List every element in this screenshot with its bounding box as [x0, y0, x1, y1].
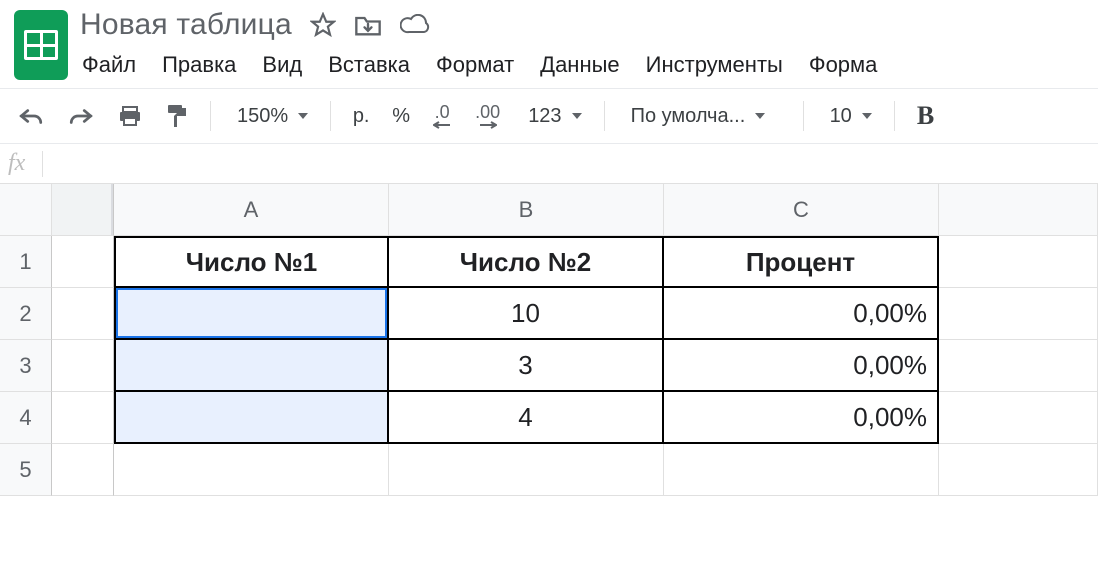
row-gutter: [52, 340, 114, 392]
row-gutter: [52, 392, 114, 444]
formula-input[interactable]: [49, 144, 1098, 183]
row-gutter: [52, 444, 114, 496]
zoom-value: 150%: [233, 105, 292, 128]
row-header-3[interactable]: 3: [0, 340, 52, 392]
cell-D4[interactable]: [939, 392, 1098, 444]
col-header-empty[interactable]: [939, 184, 1098, 236]
caret-down-icon: [572, 113, 582, 119]
cell-B5[interactable]: [389, 444, 664, 496]
row-header-4[interactable]: 4: [0, 392, 52, 444]
cell-A5[interactable]: [114, 444, 389, 496]
sheets-logo: [14, 10, 68, 80]
format-currency-button[interactable]: р.: [345, 105, 377, 128]
cell-B4[interactable]: 4: [389, 392, 664, 444]
font-size-dropdown[interactable]: 10: [818, 105, 880, 128]
zoom-dropdown[interactable]: 150%: [225, 105, 316, 128]
redo-button[interactable]: [60, 100, 102, 132]
row-gutter: [52, 288, 114, 340]
toolbar: 150% р. % .0 .00 123 По умолча... 10 B: [0, 88, 1098, 144]
cell-D1[interactable]: [939, 236, 1098, 288]
fx-label: fx: [8, 150, 36, 177]
more-formats-dropdown[interactable]: 123: [516, 105, 589, 128]
cell-A1[interactable]: Число №1: [114, 236, 389, 288]
cell-A4[interactable]: [114, 392, 389, 444]
menu-insert[interactable]: Вставка: [328, 52, 410, 78]
cloud-status-icon[interactable]: [400, 14, 430, 36]
cell-C3[interactable]: 0,00%: [664, 340, 939, 392]
formula-bar: fx: [0, 144, 1098, 184]
row-gutter: [52, 236, 114, 288]
doc-title[interactable]: Новая таблица: [80, 8, 292, 42]
caret-down-icon: [862, 113, 872, 119]
cell-D5[interactable]: [939, 444, 1098, 496]
menu-edit[interactable]: Правка: [162, 52, 236, 78]
menubar: Файл Правка Вид Вставка Формат Данные Ин…: [80, 48, 877, 88]
font-family-dropdown[interactable]: По умолча...: [619, 105, 789, 128]
cell-A2[interactable]: [114, 288, 389, 340]
caret-down-icon: [755, 113, 765, 119]
cell-B3[interactable]: 3: [389, 340, 664, 392]
print-button[interactable]: [110, 99, 150, 133]
menu-format[interactable]: Формат: [436, 52, 514, 78]
menu-view[interactable]: Вид: [262, 52, 302, 78]
cell-C1[interactable]: Процент: [664, 236, 939, 288]
cell-B1[interactable]: Число №2: [389, 236, 664, 288]
cell-C2[interactable]: 0,00%: [664, 288, 939, 340]
menu-form[interactable]: Форма: [809, 52, 878, 78]
row-header-2[interactable]: 2: [0, 288, 52, 340]
decrease-decimal-button[interactable]: .0: [425, 97, 459, 135]
col-header-A[interactable]: A: [114, 184, 389, 236]
cell-A3[interactable]: [114, 340, 389, 392]
star-icon[interactable]: [310, 12, 336, 38]
select-all-corner[interactable]: [0, 184, 52, 236]
col-header-C[interactable]: C: [664, 184, 939, 236]
col-header-B[interactable]: B: [389, 184, 664, 236]
frozen-corner: [52, 184, 114, 236]
menu-tools[interactable]: Инструменты: [646, 52, 783, 78]
row-header-5[interactable]: 5: [0, 444, 52, 496]
row-header-1[interactable]: 1: [0, 236, 52, 288]
undo-button[interactable]: [10, 100, 52, 132]
cell-C5[interactable]: [664, 444, 939, 496]
cell-B2[interactable]: 10: [389, 288, 664, 340]
menu-data[interactable]: Данные: [540, 52, 619, 78]
caret-down-icon: [298, 113, 308, 119]
cell-D2[interactable]: [939, 288, 1098, 340]
cell-C4[interactable]: 0,00%: [664, 392, 939, 444]
spreadsheet-grid[interactable]: A B C 1 Число №1 Число №2 Процент 2 10 0…: [0, 184, 1098, 496]
bold-button[interactable]: B: [909, 95, 942, 137]
paint-format-button[interactable]: [158, 97, 196, 135]
format-percent-button[interactable]: %: [385, 105, 417, 128]
cell-D3[interactable]: [939, 340, 1098, 392]
move-to-folder-icon[interactable]: [354, 13, 382, 37]
menu-file[interactable]: Файл: [82, 52, 136, 78]
increase-decimal-button[interactable]: .00: [467, 97, 508, 135]
